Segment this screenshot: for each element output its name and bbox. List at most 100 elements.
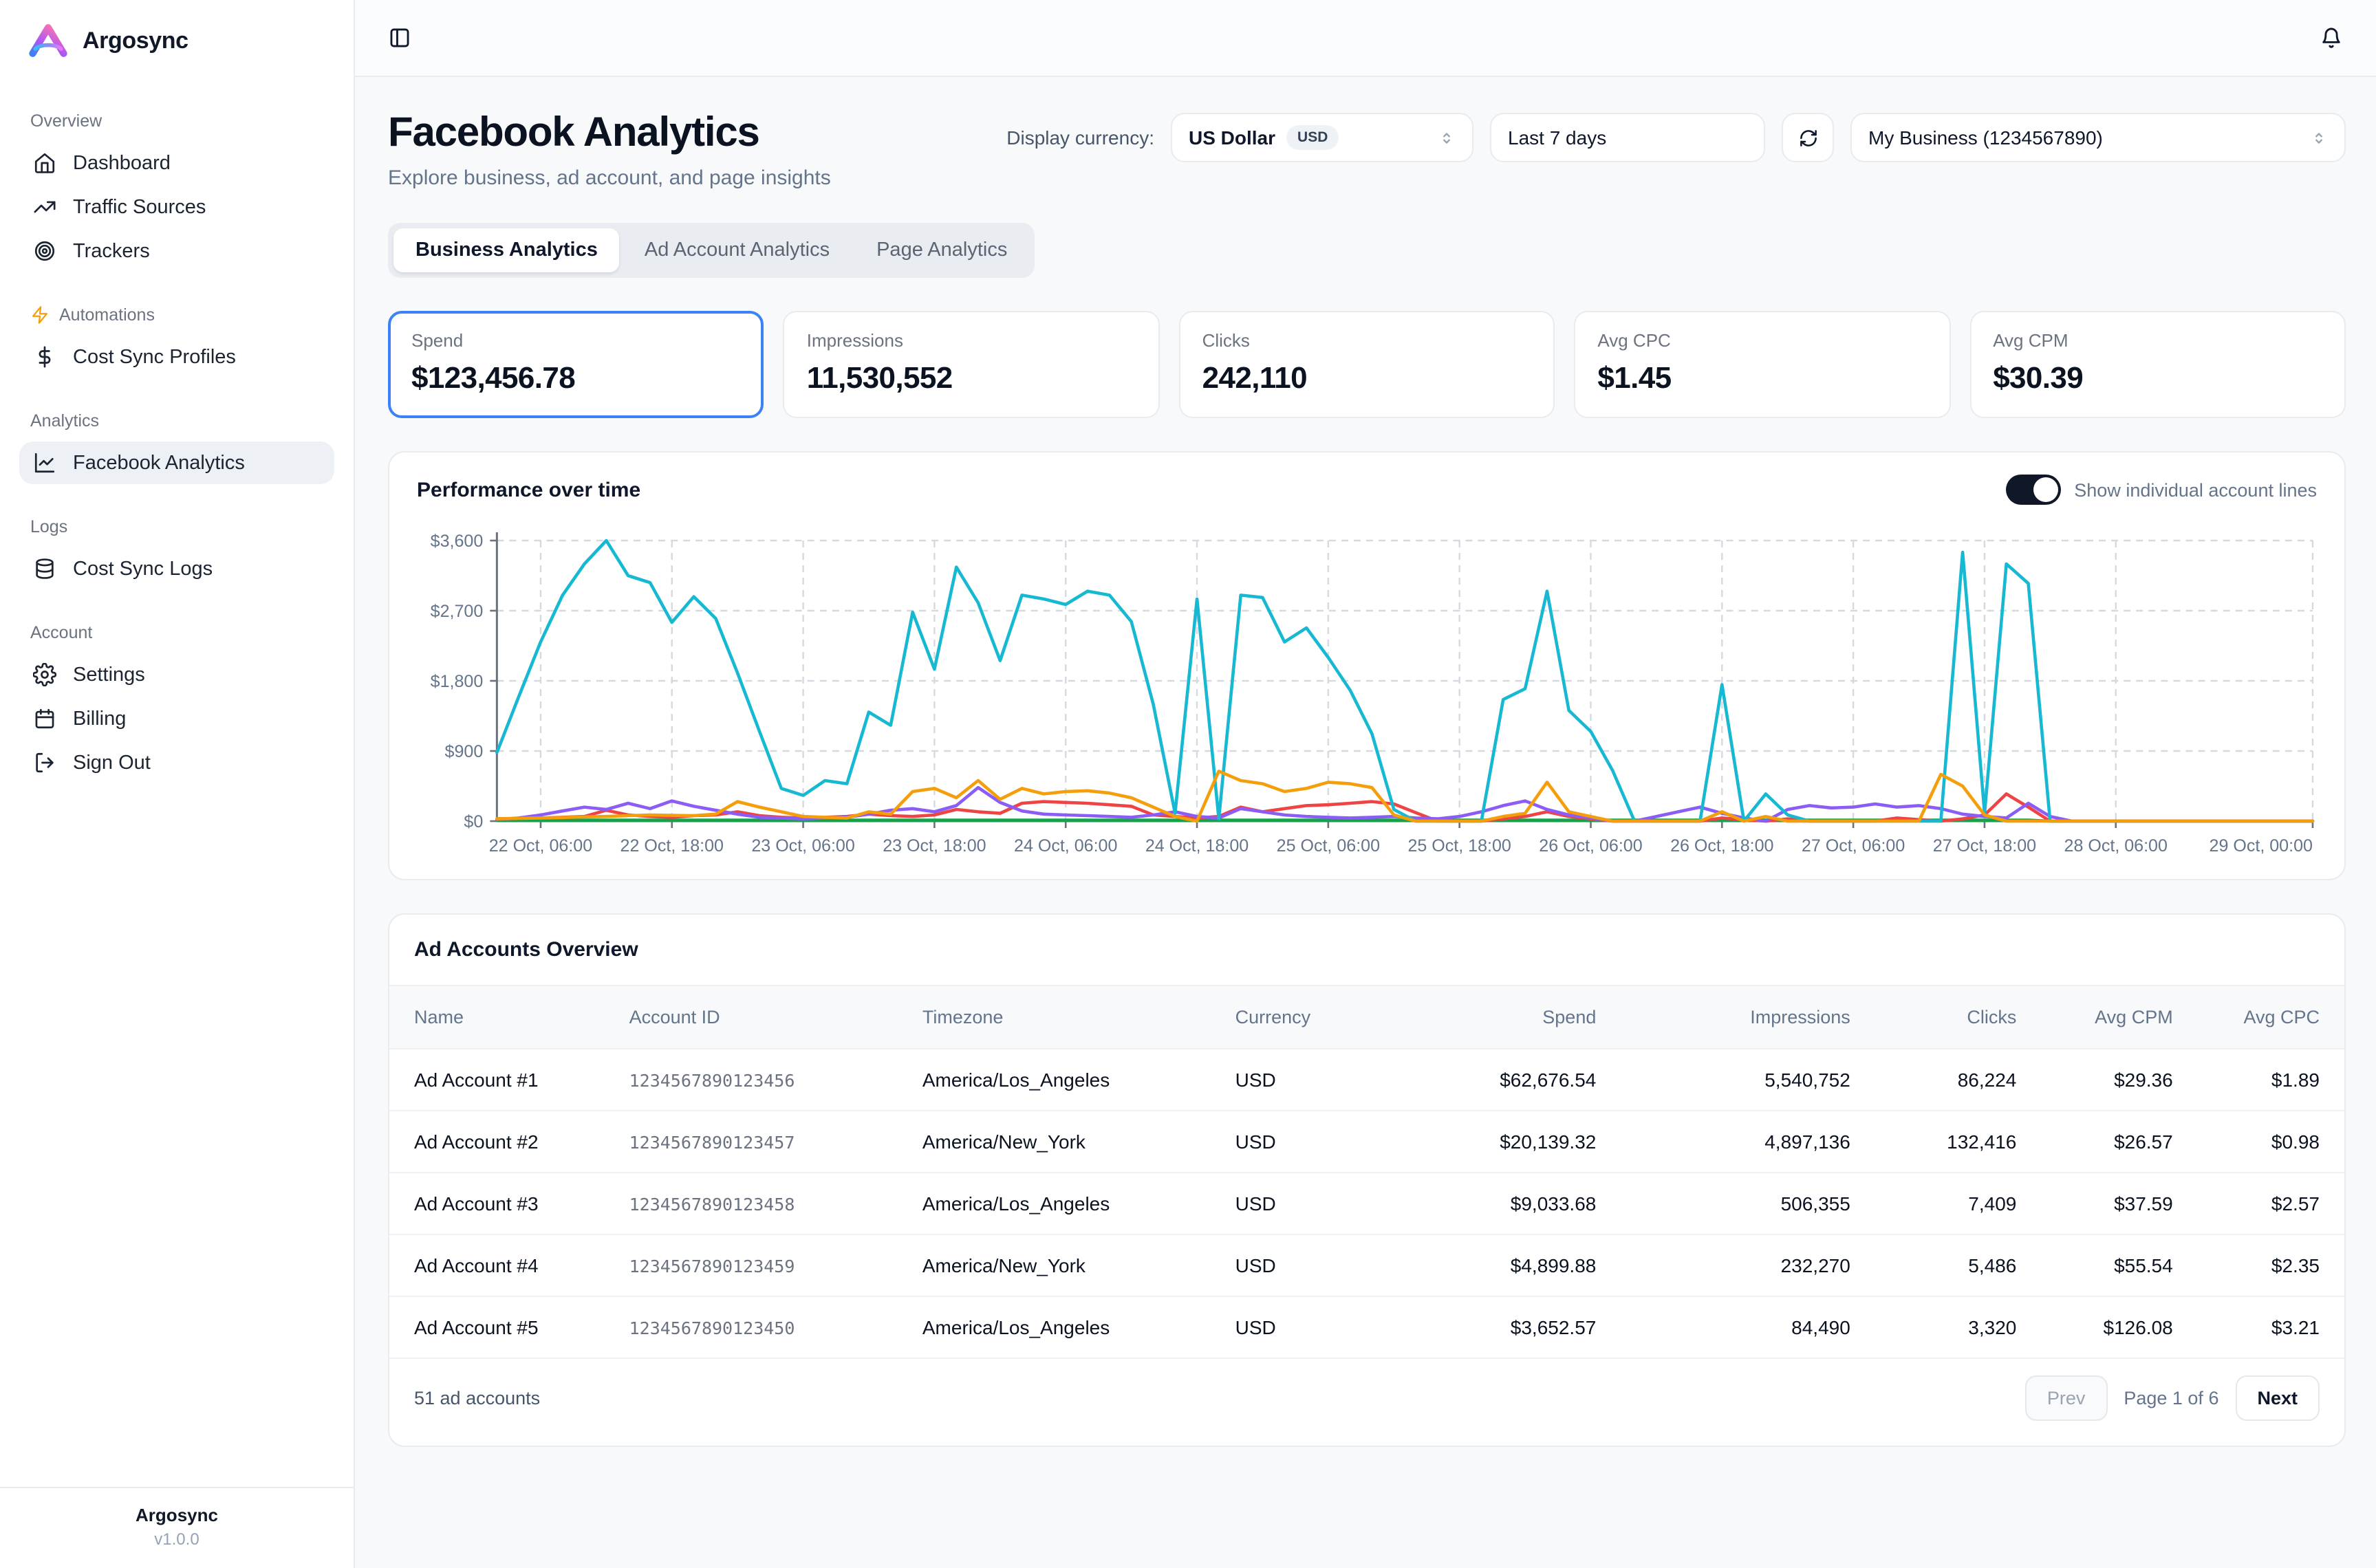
nav-section-overview: Overview [30, 111, 323, 131]
x-axis-tick-label: 26 Oct, 18:00 [1670, 836, 1773, 856]
stat-card-impressions[interactable]: Impressions 11,530,552 [784, 311, 1160, 418]
y-axis-tick-label: $1,800 [431, 672, 484, 691]
page-indicator: Page 1 of 6 [2124, 1388, 2218, 1408]
main-area: Facebook Analytics Explore business, ad … [355, 0, 2376, 1568]
footer-version: v1.0.0 [14, 1529, 340, 1549]
sidebar-item-dashboard[interactable]: Dashboard [19, 142, 334, 184]
table-row: Ad Account #51234567890123450America/Los… [389, 1296, 2344, 1358]
stat-value: 11,530,552 [807, 360, 1136, 396]
x-axis-tick-label: 24 Oct, 18:00 [1145, 836, 1249, 856]
business-select[interactable]: My Business (1234567890) [1850, 113, 2346, 162]
stat-card-avg-cpm[interactable]: Avg CPM$30.39 [1969, 311, 2346, 418]
table-header-row: NameAccount IDTimezoneCurrencySpendImpre… [389, 986, 2344, 1049]
y-axis-tick-label: $900 [445, 742, 484, 761]
tab-ad-account-analytics[interactable]: Ad Account Analytics [623, 228, 852, 272]
cell-account-id: 1234567890123450 [605, 1296, 898, 1358]
cell-clicks: 132,416 [1875, 1111, 2042, 1173]
cell-currency: USD [1211, 1111, 1387, 1173]
stat-label: Avg CPC [1597, 330, 1927, 351]
cell-avg-cpc: $1.89 [2198, 1049, 2344, 1111]
sidebar-item-label: Dashboard [73, 152, 171, 174]
cell-account-id: 1234567890123456 [605, 1049, 898, 1111]
sidebar-item-sign-out[interactable]: Sign Out [19, 741, 334, 784]
sidebar-item-traffic-sources[interactable]: Traffic Sources [19, 186, 334, 228]
chart-header: Performance over time Show individual ac… [411, 472, 2322, 521]
x-axis-tick-label: 28 Oct, 06:00 [2064, 836, 2168, 856]
cell-avg-cpc: $3.21 [2198, 1296, 2344, 1358]
cell-name: Ad Account #2 [389, 1111, 605, 1173]
chevrons-up-down-icon [1438, 129, 1456, 146]
sidebar-item-cost-sync-logs[interactable]: Cost Sync Logs [19, 547, 334, 590]
currency-value: US Dollar [1189, 127, 1275, 149]
table-footer: 51 ad accounts Prev Page 1 of 6 Next [389, 1359, 2344, 1440]
column-header-account-id: Account ID [605, 986, 898, 1049]
cell-clicks: 7,409 [1875, 1173, 2042, 1234]
home-icon [33, 151, 56, 175]
currency-select[interactable]: US Dollar USD [1171, 113, 1473, 162]
sidebar-item-label: Trackers [73, 240, 150, 262]
title-block: Facebook Analytics Explore business, ad … [388, 110, 831, 190]
analytics-tabs: Business AnalyticsAd Account AnalyticsPa… [388, 223, 1035, 278]
notifications-button[interactable] [2320, 26, 2343, 50]
cell-name: Ad Account #5 [389, 1296, 605, 1358]
cell-avg-cpm: $37.59 [2041, 1173, 2197, 1234]
cell-avg-cpm: $29.36 [2041, 1049, 2197, 1111]
stat-value: $30.39 [1993, 360, 2322, 396]
x-axis-tick-label: 22 Oct, 06:00 [489, 836, 592, 856]
stat-label: Spend [411, 330, 741, 351]
nav-section-automations: Automations [30, 305, 323, 325]
cell-impressions: 84,490 [1621, 1296, 1875, 1358]
refresh-icon [1797, 127, 1818, 148]
date-range-button[interactable]: Last 7 days [1490, 113, 1765, 162]
stat-card-avg-cpc[interactable]: Avg CPC$1.45 [1574, 311, 1950, 418]
table-row: Ad Account #11234567890123456America/Los… [389, 1049, 2344, 1111]
business-select-value: My Business (1234567890) [1868, 127, 2103, 149]
x-axis-tick-label: 27 Oct, 18:00 [1933, 836, 2036, 856]
refresh-button[interactable] [1782, 113, 1834, 162]
cell-account-id: 1234567890123458 [605, 1173, 898, 1234]
stat-label: Impressions [807, 330, 1136, 351]
account-lines-toggle[interactable] [2005, 475, 2060, 505]
sidebar-item-label: Facebook Analytics [73, 452, 245, 474]
stat-card-clicks[interactable]: Clicks242,110 [1179, 311, 1555, 418]
logout-icon [33, 751, 56, 774]
cell-spend: $9,033.68 [1386, 1173, 1621, 1234]
cell-timezone: America/New_York [898, 1234, 1211, 1296]
cell-name: Ad Account #1 [389, 1049, 605, 1111]
sidebar-item-billing[interactable]: Billing [19, 697, 334, 740]
cell-name: Ad Account #4 [389, 1234, 605, 1296]
sidebar-item-settings[interactable]: Settings [19, 653, 334, 696]
nav-section-label: Logs [30, 517, 67, 536]
cell-currency: USD [1211, 1173, 1387, 1234]
cell-clicks: 86,224 [1875, 1049, 2042, 1111]
nav-section-label: Analytics [30, 411, 99, 431]
app-root: Argosync OverviewDashboardTraffic Source… [0, 0, 2376, 1568]
sidebar-item-trackers[interactable]: Trackers [19, 230, 334, 272]
nav-section-logs: Logs [30, 517, 323, 536]
y-axis-tick-label: $3,600 [431, 532, 484, 551]
stat-card-spend[interactable]: Spend$123,456.78 [388, 311, 764, 418]
x-axis-tick-label: 23 Oct, 06:00 [751, 836, 854, 856]
prev-page-button[interactable]: Prev [2025, 1375, 2108, 1421]
table-row: Ad Account #31234567890123458America/Los… [389, 1173, 2344, 1234]
cell-timezone: America/New_York [898, 1111, 1211, 1173]
y-axis-tick-label: $2,700 [431, 602, 484, 621]
page-content: Facebook Analytics Explore business, ad … [355, 77, 2376, 1568]
next-page-button[interactable]: Next [2235, 1375, 2320, 1421]
cell-impressions: 232,270 [1621, 1234, 1875, 1296]
cell-spend: $62,676.54 [1386, 1049, 1621, 1111]
nav-section-label: Automations [59, 305, 155, 325]
tab-business-analytics[interactable]: Business Analytics [393, 228, 620, 272]
nav-section-analytics: Analytics [30, 411, 323, 431]
sidebar-item-cost-sync-profiles[interactable]: Cost Sync Profiles [19, 336, 334, 378]
stat-label: Clicks [1202, 330, 1532, 351]
x-axis-tick-label: 29 Oct, 00:00 [2210, 836, 2313, 856]
sidebar-toggle-button[interactable] [388, 26, 411, 50]
x-axis-tick-label: 26 Oct, 06:00 [1539, 836, 1642, 856]
sidebar-item-facebook-analytics[interactable]: Facebook Analytics [19, 442, 334, 484]
sidebar-item-label: Sign Out [73, 752, 151, 774]
cell-spend: $3,652.57 [1386, 1296, 1621, 1358]
chart-line-icon [33, 451, 56, 475]
tab-page-analytics[interactable]: Page Analytics [854, 228, 1029, 272]
cell-avg-cpm: $26.57 [2041, 1111, 2197, 1173]
